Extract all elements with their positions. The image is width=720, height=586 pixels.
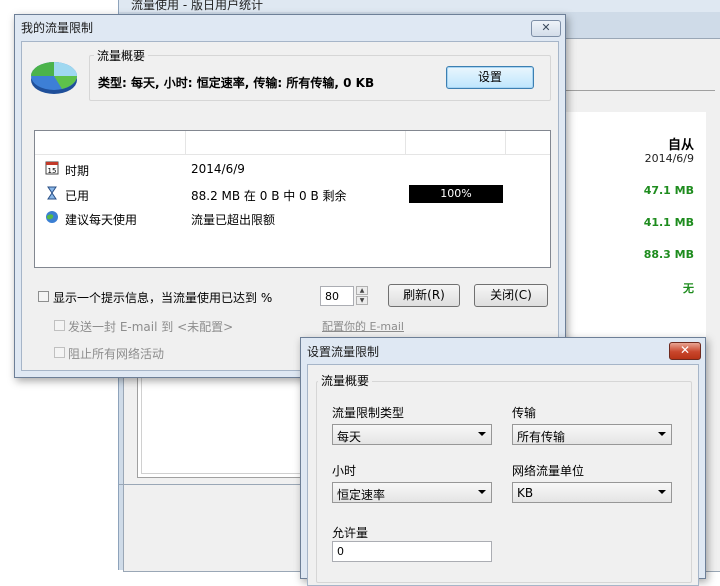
- summary-text: 类型: 每天, 小时: 恒定速率, 传输: 所有传输, 0 KB: [98, 76, 375, 90]
- hour-label: 小时: [332, 464, 357, 478]
- globe-icon: [46, 211, 58, 223]
- divider: [119, 484, 303, 485]
- block-network-checkbox-label[interactable]: 阻止所有网络活动: [68, 345, 164, 362]
- email-checkbox[interactable]: [54, 320, 65, 331]
- usage-value: 无: [683, 282, 694, 295]
- dialog-title: 我的流量限制: [21, 21, 94, 35]
- notify-checkbox-label[interactable]: 显示一个提示信息，当流量使用已达到 %: [53, 289, 272, 306]
- row-label: 建议每天使用: [65, 213, 138, 227]
- header-separator[interactable]: [185, 131, 186, 154]
- settings-button[interactable]: 设置: [446, 66, 534, 89]
- set-limit-dialog: 设置流量限制 ✕ 流量概要 流量限制类型 每天 传输 所有传输 小时 恒定速率 …: [300, 337, 706, 586]
- close-button[interactable]: 关闭(C): [474, 284, 548, 307]
- refresh-button[interactable]: 刷新(R): [388, 284, 460, 307]
- dialog-client: 流量概要 类型: 每天, 小时: 恒定速率, 传输: 所有传输, 0 KB 设置…: [21, 41, 559, 371]
- transfer-label: 传输: [512, 406, 537, 420]
- column-date: 2014/6/9: [644, 152, 694, 165]
- limit-group-label: 流量概要: [318, 372, 373, 389]
- allowance-input[interactable]: 0: [332, 541, 492, 562]
- limit-type-label: 流量限制类型: [332, 406, 405, 420]
- spin-up-button[interactable]: ▲: [356, 286, 368, 295]
- chevron-down-icon: [658, 490, 666, 494]
- row-value: 88.2 MB 在 0 B 中 0 B 剩余: [191, 189, 347, 203]
- unit-label: 网络流量单位: [512, 464, 585, 478]
- row-value: 2014/6/9: [191, 162, 245, 176]
- pie-chart-icon: [31, 62, 77, 94]
- spin-down-button[interactable]: ▼: [356, 296, 368, 305]
- hourglass-icon: [47, 186, 57, 200]
- dialog-client: 流量概要 流量限制类型 每天 传输 所有传输 小时 恒定速率 网络流量单位 KB…: [307, 364, 699, 586]
- chevron-down-icon: [478, 490, 486, 494]
- header-separator[interactable]: [505, 131, 506, 154]
- chevron-down-icon: [658, 432, 666, 436]
- configure-email-link[interactable]: 配置你的 E-mail: [322, 318, 404, 334]
- hour-select[interactable]: 恒定速率: [332, 482, 492, 503]
- email-checkbox-label[interactable]: 发送一封 E-mail 到 <未配置>: [68, 318, 233, 335]
- background-window-title: 流量使用 - 版日用户统计: [131, 0, 263, 12]
- list-header: [35, 131, 550, 155]
- calendar-icon: 15: [45, 161, 59, 175]
- usage-value: 88.3 MB: [643, 248, 694, 261]
- header-separator[interactable]: [405, 131, 406, 154]
- row-label: 时期: [65, 164, 90, 178]
- close-icon[interactable]: ✕: [531, 20, 561, 37]
- transfer-select[interactable]: 所有传输: [512, 424, 672, 445]
- limit-type-select[interactable]: 每天: [332, 424, 492, 445]
- svg-text:15: 15: [48, 167, 57, 175]
- notify-percent-input[interactable]: 80: [320, 286, 354, 306]
- usage-value: 41.1 MB: [643, 216, 694, 229]
- notify-checkbox[interactable]: [38, 291, 49, 302]
- unit-value: KB: [517, 486, 534, 500]
- usage-value: 47.1 MB: [643, 184, 694, 197]
- usage-list: 自从 2014/6/9 47.1 MB 41.1 MB 88.3 MB 无: [565, 112, 706, 342]
- transfer-value: 所有传输: [517, 430, 566, 444]
- allowance-label: 允许量: [332, 526, 369, 540]
- traffic-limit-dialog: 我的流量限制 ✕ 流量概要 类型: 每天, 小时: 恒定速率, 传输: 所有传输…: [14, 14, 566, 378]
- row-label: 已用: [65, 189, 90, 203]
- limit-type-value: 每天: [337, 430, 362, 444]
- row-value: 流量已超出限额: [191, 213, 276, 227]
- usage-details-list[interactable]: 15 时期 2014/6/9 已用 88.2 MB 在 0 B 中 0 B 剩余…: [34, 130, 551, 268]
- unit-select[interactable]: KB: [512, 482, 672, 503]
- dialog-title: 设置流量限制: [307, 345, 380, 359]
- chevron-down-icon: [478, 432, 486, 436]
- divider: [565, 90, 715, 91]
- block-network-checkbox[interactable]: [54, 347, 65, 358]
- hour-value: 恒定速率: [337, 488, 386, 502]
- column-header-since[interactable]: 自从: [668, 134, 694, 153]
- background-window-titlebar: 流量使用 - 版日用户统计: [119, 0, 720, 12]
- usage-progress-bar: 100%: [409, 185, 503, 203]
- close-icon[interactable]: ✕: [669, 342, 701, 360]
- summary-group-label: 流量概要: [94, 47, 149, 64]
